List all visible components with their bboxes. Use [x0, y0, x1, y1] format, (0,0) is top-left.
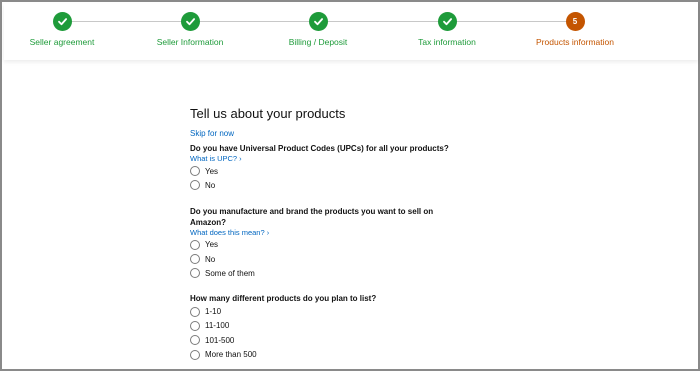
radio-option[interactable]: 1-10 [190, 304, 490, 318]
radio-button[interactable] [190, 320, 200, 331]
step-seller-agreement[interactable]: Seller agreement [2, 12, 122, 47]
help-link-brand[interactable]: What does this mean? › [190, 228, 490, 238]
radio-label: Yes [205, 166, 219, 176]
radio-option[interactable]: 11-100 [190, 319, 490, 333]
page-frame: Seller agreement Seller Information Bill… [0, 0, 700, 371]
progress-stepper: Seller agreement Seller Information Bill… [4, 4, 698, 60]
step-seller-information[interactable]: Seller Information [130, 12, 250, 47]
step-label: Seller Information [156, 37, 224, 47]
radio-button[interactable] [190, 335, 200, 346]
question-text: Do you have Universal Product Codes (UPC… [190, 144, 449, 153]
check-icon [52, 12, 72, 31]
radio-button[interactable] [190, 306, 200, 317]
step-label: Billing / Deposit [288, 37, 348, 47]
radio-label: More than 500 [205, 350, 257, 360]
question-text: How many different products do you plan … [190, 294, 377, 304]
step-number-badge: 5 [565, 12, 585, 31]
step-products-information[interactable]: 5 Products information [515, 12, 635, 47]
check-icon [180, 12, 200, 31]
question-upc: Do you have Universal Product Codes (UPC… [190, 143, 490, 193]
radio-label: Some of them [205, 268, 255, 278]
radio-button[interactable] [190, 254, 200, 265]
step-label: Tax information [418, 37, 476, 47]
check-icon [437, 12, 457, 31]
check-icon [308, 12, 328, 31]
radio-button[interactable] [190, 239, 200, 250]
radio-option[interactable]: Yes [190, 238, 490, 252]
radio-button[interactable] [190, 180, 200, 191]
radio-option[interactable]: Some of them [190, 266, 490, 280]
radio-label: Yes [205, 240, 219, 250]
radio-option[interactable]: 101-500 [190, 333, 490, 347]
radio-label: 101-500 [205, 335, 235, 345]
step-label: Products information [536, 37, 614, 47]
radio-option[interactable]: No [190, 252, 490, 266]
radio-option[interactable]: Yes [190, 164, 490, 178]
step-billing-deposit[interactable]: Billing / Deposit [258, 12, 378, 47]
radio-option[interactable]: More than 500 [190, 347, 490, 361]
radio-label: No [205, 254, 216, 264]
radio-button[interactable] [190, 349, 200, 360]
question-manufacture-brand: Do you manufacture and brand the product… [190, 206, 490, 281]
products-form: Tell us about your products Skip for now… [190, 106, 490, 362]
step-tax-information[interactable]: Tax information [387, 12, 507, 47]
radio-label: 11-100 [205, 321, 230, 331]
help-link-upc[interactable]: What is UPC? › [190, 154, 490, 164]
page-title: Tell us about your products [190, 106, 346, 121]
step-label: Seller agreement [29, 37, 95, 47]
question-product-count: How many different products do you plan … [190, 293, 490, 361]
radio-label: 1-10 [205, 307, 222, 317]
radio-button[interactable] [190, 268, 200, 279]
skip-link[interactable]: Skip for now [190, 129, 490, 139]
radio-label: No [205, 180, 216, 190]
radio-option[interactable]: No [190, 178, 490, 192]
question-text: Do you manufacture and brand the product… [190, 206, 434, 227]
radio-button[interactable] [190, 166, 200, 177]
